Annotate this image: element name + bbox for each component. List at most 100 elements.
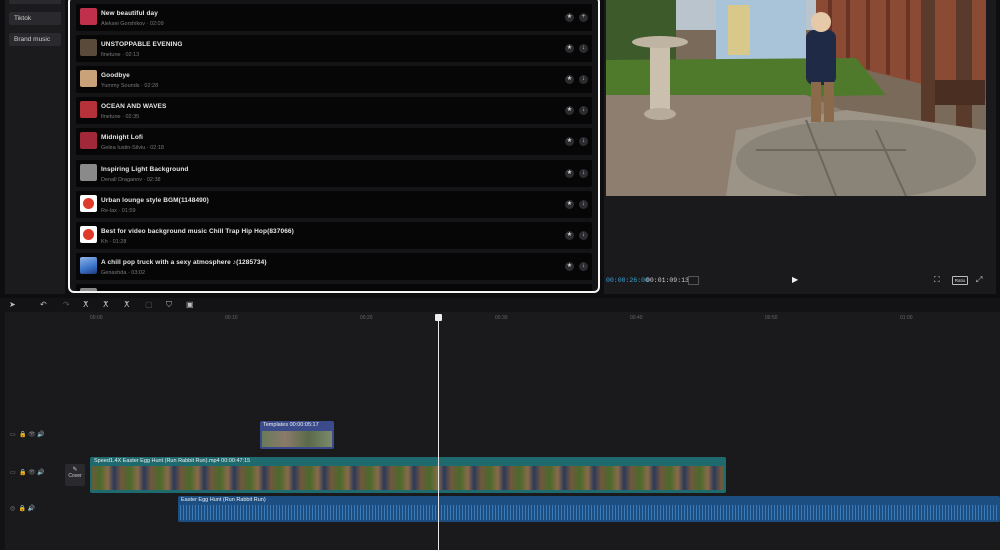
track-meta: Denall Draganov · 02:38: [101, 177, 161, 183]
favorite-icon[interactable]: ★: [565, 137, 574, 146]
track-meta: Genashda · 03:02: [101, 270, 146, 276]
main-video-clip[interactable]: Speed1.4X Easter Egg Hunt (Run Rabbit Ru…: [90, 457, 726, 493]
ruler-tick: 00:50: [765, 315, 778, 321]
track-title: Best for video background music Chill Tr…: [101, 228, 294, 235]
playhead[interactable]: [438, 316, 439, 550]
video-clip-label: Speed1.4X Easter Egg Hunt (Run Rabbit Ru…: [94, 458, 251, 464]
favorite-icon[interactable]: ★: [565, 13, 574, 22]
audio-track-controls[interactable]: ◎ 🔒 🔊: [10, 505, 35, 512]
time-ruler[interactable]: 00:00 00:10 00:20 00:30 00:40 00:50 01:0…: [90, 312, 1000, 322]
download-icon[interactable]: ↓: [579, 262, 588, 271]
music-track-item[interactable]: Goodbye Yummy Sounds · 02:28 ★ ↓: [76, 66, 592, 93]
split-icon[interactable]: ⵅ: [83, 300, 88, 309]
current-time: 00:00:26:00: [606, 277, 649, 284]
music-track-item[interactable]: Best for video background music Chill Tr…: [76, 222, 592, 249]
playback-speed-icon[interactable]: [688, 276, 699, 285]
track-title: OCEAN AND WAVES: [101, 103, 167, 110]
total-duration: 00:01:09:13: [646, 277, 689, 284]
ruler-tick: 00:30: [495, 315, 508, 321]
select-tool-icon[interactable]: ➤: [9, 300, 16, 309]
favorite-icon[interactable]: ★: [565, 75, 574, 84]
add-icon[interactable]: +: [579, 13, 588, 22]
track-title: Goodbye: [101, 72, 130, 79]
cover-button[interactable]: ✎ Cover: [65, 464, 85, 486]
template-track-controls[interactable]: ▭ 🔒 👁 🔊: [10, 431, 45, 438]
download-icon[interactable]: ↓: [579, 106, 588, 115]
track-meta: Gelea Iustin-Silviu · 02:18: [101, 145, 164, 151]
ruler-tick: 00:40: [630, 315, 643, 321]
edit-icon: ✎: [72, 467, 78, 473]
track-title: Midnight Lofi: [101, 134, 144, 141]
logo-icon: [83, 198, 94, 209]
playhead-handle[interactable]: [435, 314, 442, 321]
music-track-item[interactable]: New beautiful day Aleksei Gorshikov · 02…: [76, 4, 592, 31]
download-icon[interactable]: ↓: [579, 231, 588, 240]
video-track-controls[interactable]: ▭ 🔒 👁 🔊: [10, 469, 45, 476]
music-track-item[interactable]: A chill pop truck with a sexy atmosphere…: [76, 253, 592, 280]
delete-icon[interactable]: ▢: [145, 300, 153, 309]
video-frame: [606, 0, 986, 196]
download-icon[interactable]: ↓: [579, 44, 588, 53]
template-clip[interactable]: Templates 00:00:05:17: [260, 421, 334, 449]
track-thumbnail: [80, 288, 97, 291]
track-meta: Yummy Sounds · 02:28: [101, 83, 159, 89]
category-panel: Tiktok Brand music: [5, 0, 65, 294]
download-icon[interactable]: ↓: [579, 200, 588, 209]
marker-icon[interactable]: ⛉: [166, 300, 172, 310]
music-track-item[interactable]: [76, 284, 592, 291]
ratio-button[interactable]: Ratio: [952, 276, 968, 285]
track-title: Inspiring Light Background: [101, 166, 189, 173]
track-meta: Kh · 01:28: [101, 239, 127, 245]
track-thumbnail: [80, 226, 97, 243]
audio-clip[interactable]: Easter Egg Hunt (Run Rabbit Run): [178, 496, 1000, 522]
audio-waveform: [180, 505, 998, 520]
preview-player: 00:00:26:00 00:01:09:13 ▶ ⛶ Ratio ⤢: [604, 0, 996, 294]
track-title: A chill pop truck with a sexy atmosphere…: [101, 259, 267, 266]
track-meta: finetune · 02:35: [101, 114, 140, 120]
split-right-icon[interactable]: ⵅ: [124, 300, 129, 309]
favorite-icon[interactable]: ★: [565, 200, 574, 209]
fullscreen-icon[interactable]: ⤢: [976, 275, 982, 285]
track-thumbnail: [80, 39, 97, 56]
timeline: ➤ ↶ ↷ ⵅ ⵅ ⵅ ▢ ⛉ ▣ 00:00 00:10 00:20 00:3…: [0, 298, 1000, 550]
favorite-icon[interactable]: ★: [565, 169, 574, 178]
favorite-icon[interactable]: ★: [565, 231, 574, 240]
music-track-item[interactable]: OCEAN AND WAVES finetune · 02:35 ★ ↓: [76, 97, 592, 124]
track-thumbnail: [80, 164, 97, 181]
category-tab-extracted[interactable]: [9, 0, 61, 4]
track-thumbnail: [80, 70, 97, 87]
cover-label: Cover: [68, 473, 82, 479]
redo-icon[interactable]: ↷: [63, 300, 70, 309]
track-title: UNSTOPPABLE EVENING: [101, 41, 183, 48]
split-left-icon[interactable]: ⵅ: [103, 300, 108, 309]
track-thumbnail: [80, 101, 97, 118]
music-track-item[interactable]: UNSTOPPABLE EVENING finetune · 02:13 ★ ↓: [76, 35, 592, 62]
template-clip-label: Templates 00:00:05:17: [263, 422, 319, 428]
music-track-item[interactable]: Urban lounge style BGM(1148490) Re-lax ·…: [76, 191, 592, 218]
play-icon[interactable]: ▶: [792, 275, 798, 284]
garden-scene-image: [606, 0, 986, 196]
video-clip-thumbs: [92, 466, 724, 490]
fit-view-icon[interactable]: ⛶: [934, 275, 940, 285]
track-meta: Re-lax · 01:59: [101, 208, 136, 214]
favorite-icon[interactable]: ★: [565, 106, 574, 115]
category-tab-brand-music[interactable]: Brand music: [9, 33, 61, 46]
download-icon[interactable]: ↓: [579, 137, 588, 146]
audio-clip-label: Easter Egg Hunt (Run Rabbit Run): [181, 497, 266, 503]
track-title: Urban lounge style BGM(1148490): [101, 197, 209, 204]
track-thumbnail: [80, 257, 97, 274]
download-icon[interactable]: ↓: [579, 169, 588, 178]
favorite-icon[interactable]: ★: [565, 262, 574, 271]
ruler-tick: 00:10: [225, 315, 238, 321]
track-meta: finetune · 02:13: [101, 52, 140, 58]
undo-icon[interactable]: ↶: [40, 300, 47, 309]
download-icon[interactable]: ↓: [579, 75, 588, 84]
track-title: New beautiful day: [101, 10, 158, 17]
ruler-tick: 01:00: [900, 315, 913, 321]
music-track-item[interactable]: Midnight Lofi Gelea Iustin-Silviu · 02:1…: [76, 128, 592, 155]
favorite-icon[interactable]: ★: [565, 44, 574, 53]
category-tab-tiktok[interactable]: Tiktok: [9, 12, 61, 25]
music-track-item[interactable]: Inspiring Light Background Denall Dragan…: [76, 160, 592, 187]
music-list-panel: New beautiful day Aleksei Gorshikov · 02…: [68, 0, 600, 293]
screenshot-icon[interactable]: ▣: [186, 300, 194, 309]
